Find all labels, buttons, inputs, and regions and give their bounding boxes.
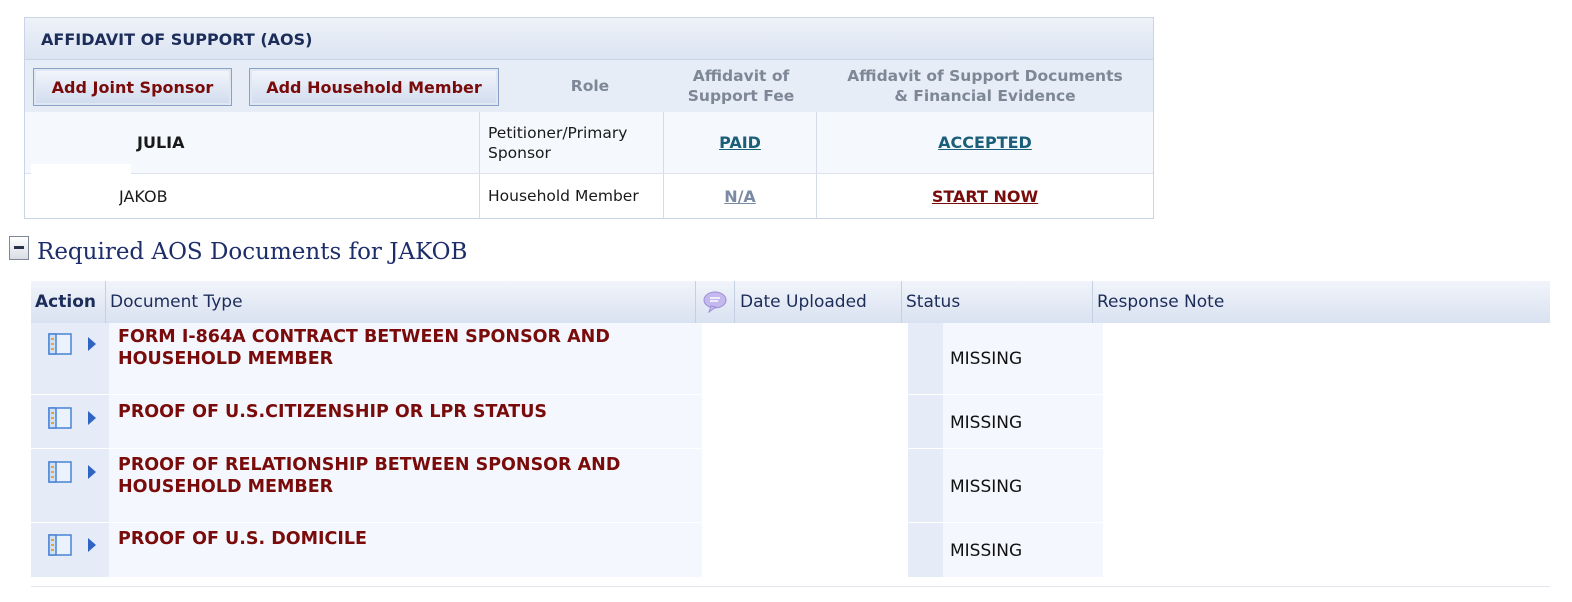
fee-status-link[interactable]: PAID [719, 133, 761, 152]
comment-column-header [696, 281, 735, 323]
document-detail-icon[interactable] [48, 461, 72, 483]
document-type-link[interactable]: PROOF OF U.S. DOMICILE [118, 528, 678, 550]
date-uploaded-column-header[interactable]: Date Uploaded [735, 281, 902, 323]
document-type-link[interactable]: FORM I-864A CONTRACT BETWEEN SPONSOR AND… [118, 326, 678, 370]
speech-bubble-icon [703, 291, 727, 314]
redaction-mask [39, 174, 119, 218]
document-status: MISSING [950, 477, 1023, 497]
table-bottom-divider [31, 586, 1550, 587]
redaction-mask [175, 210, 283, 218]
document-row: PROOF OF U.S. DOMICILE MISSING [31, 523, 1550, 577]
docs-column-header: Affidavit of Support Documents & Financi… [817, 60, 1153, 112]
document-detail-icon[interactable] [48, 333, 72, 355]
fee-header-line2: Support Fee [687, 87, 795, 105]
action-column-header: Action [31, 281, 106, 323]
document-type-link[interactable]: PROOF OF RELATIONSHIP BETWEEN SPONSOR AN… [118, 454, 678, 498]
document-detail-icon[interactable] [48, 534, 72, 556]
docs-header-line1: Affidavit of Support Documents [847, 67, 1123, 85]
section-title: Required AOS Documents for JAKOB [37, 239, 468, 265]
documents-table-header: Action Document Type Date Uploaded Statu… [31, 281, 1550, 323]
collapse-minus-icon[interactable] [9, 236, 29, 260]
expand-arrow-icon[interactable] [88, 465, 96, 479]
fee-header-line1: Affidavit of [692, 67, 790, 85]
fee-column-header: Affidavit of Support Fee [665, 60, 817, 112]
member-name: JAKOB [119, 186, 168, 206]
aos-header-row: Add Joint Sponsor Add Household Member R… [25, 60, 1153, 112]
document-detail-icon[interactable] [48, 407, 72, 429]
expand-arrow-icon[interactable] [88, 538, 96, 552]
response-note-column-header[interactable]: Response Note [1093, 281, 1550, 323]
aos-member-row: JAKOB Household Member N/A START NOW [25, 174, 1153, 218]
member-role: Petitioner/Primary Sponsor [488, 123, 628, 162]
status-column-header[interactable]: Status [902, 281, 1093, 323]
expand-arrow-icon[interactable] [88, 337, 96, 351]
document-status: MISSING [950, 413, 1023, 433]
fee-status-link[interactable]: N/A [724, 187, 756, 206]
docs-header-line2: & Financial Evidence [894, 87, 1076, 105]
member-role: Household Member [488, 187, 639, 205]
member-name: JULIA [137, 133, 185, 152]
document-row: PROOF OF RELATIONSHIP BETWEEN SPONSOR AN… [31, 449, 1550, 522]
role-column-header: Role [570, 77, 610, 95]
document-row: FORM I-864A CONTRACT BETWEEN SPONSOR AND… [31, 323, 1550, 394]
expand-arrow-icon[interactable] [88, 411, 96, 425]
start-now-link[interactable]: START NOW [932, 187, 1038, 206]
document-status: MISSING [950, 349, 1023, 369]
document-type-link[interactable]: PROOF OF U.S.CITIZENSHIP OR LPR STATUS [118, 401, 678, 423]
add-household-member-button[interactable]: Add Household Member [249, 68, 499, 106]
document-row: PROOF OF U.S.CITIZENSHIP OR LPR STATUS M… [31, 395, 1550, 448]
document-status: MISSING [950, 541, 1023, 561]
aos-panel-title: AFFIDAVIT OF SUPPORT (AOS) [25, 18, 1153, 60]
redaction-mask [31, 164, 131, 174]
aos-member-row: JULIA Petitioner/Primary Sponsor PAID AC… [25, 112, 1153, 174]
documents-status-link[interactable]: ACCEPTED [938, 133, 1032, 152]
add-joint-sponsor-button[interactable]: Add Joint Sponsor [33, 68, 232, 106]
document-type-column-header[interactable]: Document Type [106, 281, 696, 323]
aos-panel: AFFIDAVIT OF SUPPORT (AOS) Add Joint Spo… [24, 17, 1154, 219]
